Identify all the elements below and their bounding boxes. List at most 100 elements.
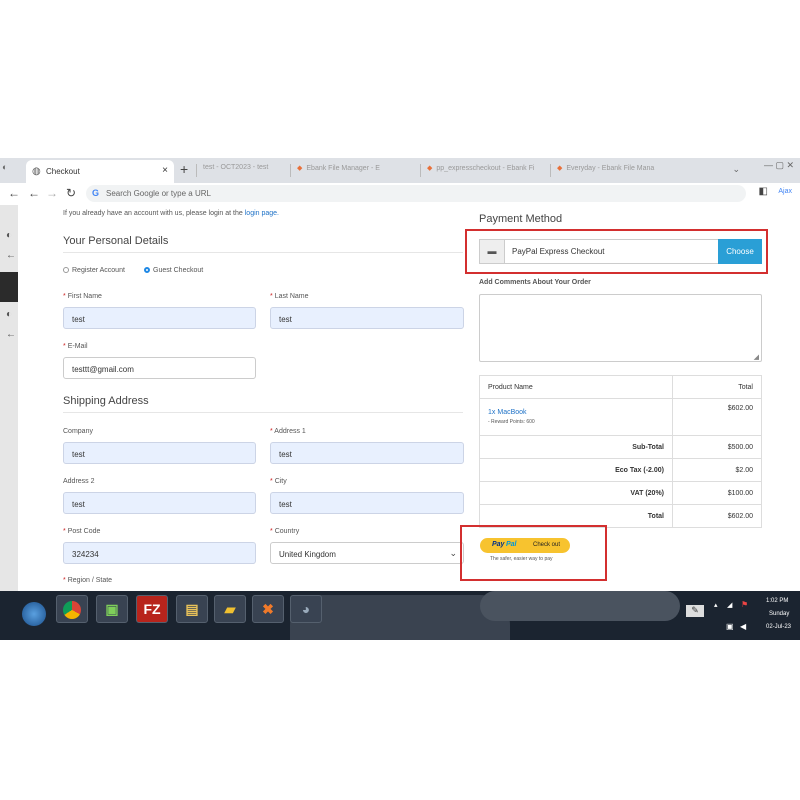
item-total: $602.00 [672, 398, 762, 436]
login-prompt: If you already have an account with us, … [63, 210, 280, 217]
paint-icon[interactable]: ◕ [290, 595, 322, 623]
table-row: Eco Tax (-2.00) $2.00 [479, 458, 762, 482]
login-page-link[interactable]: login page. [245, 210, 279, 217]
close-tab-icon[interactable]: × [162, 165, 168, 176]
subtotal-label: Sub-Total [479, 435, 673, 459]
reload-icon[interactable]: ↻ [66, 186, 76, 200]
clock-date[interactable]: 02-Jul-23 [766, 624, 791, 630]
first-name-label: * First Name [63, 293, 102, 300]
taskbar: ▣ FZ ▤ ▰ ✖ ◕ ✎ ▴ ◢ ⚑ ▣ ◀ 1:02 PM Sunday … [0, 591, 800, 640]
background-window-edge: ◐ ← ◐ ← [0, 205, 18, 640]
checkout-page: If you already have an account with us, … [18, 205, 800, 591]
tab-favicon-icon: ◆ [297, 165, 303, 172]
xampp-icon[interactable]: ✖ [252, 595, 284, 623]
table-row: 1x MacBook - Reward Points: 600 $602.00 [479, 398, 762, 436]
background-window-icon: ◐ [6, 309, 13, 320]
filezilla-icon[interactable]: FZ [136, 595, 168, 623]
back-icon[interactable]: ← [8, 186, 20, 200]
radio-circle [63, 267, 69, 274]
background-blur [480, 591, 680, 621]
address1-label: * Address 1 [270, 428, 306, 435]
email-label: * E-Mail [63, 343, 88, 350]
ecotax-value: $2.00 [672, 458, 762, 482]
background-tab[interactable]: ◆ pp_expresscheckout - Ebank Fi [420, 164, 545, 177]
vat-value: $100.00 [672, 481, 762, 505]
postcode-field[interactable]: 324234 [63, 542, 256, 564]
address2-field[interactable]: test [63, 492, 256, 514]
window-controls[interactable]: — ▢ ✕ [764, 160, 794, 171]
browser-toolbar: ← ← → ↻ G Search Google or type a URL ◧ … [0, 183, 800, 206]
radio-register-account[interactable]: Register Account [63, 267, 125, 274]
clock-time[interactable]: 1:02 PM [766, 598, 788, 604]
country-select[interactable]: United Kingdom ⌄ [270, 542, 464, 564]
flag-icon[interactable]: ⚑ [741, 600, 748, 609]
region-label: * Region / State [63, 577, 113, 584]
radio-guest-checkout[interactable]: Guest Checkout [144, 267, 203, 274]
city-field[interactable]: test [270, 492, 464, 514]
monitor-icon[interactable]: ▣ [726, 622, 734, 631]
tab-checkout[interactable]: ◍ Checkout × [26, 160, 174, 183]
email-field[interactable]: testtt@gmail.com [63, 357, 256, 379]
omnibox-placeholder: Search Google or type a URL [106, 189, 211, 198]
city-label: * City [270, 478, 287, 485]
network-icon[interactable]: ◢ [727, 601, 732, 609]
company-field[interactable]: test [63, 442, 256, 464]
chrome-icon[interactable] [56, 595, 88, 623]
globe-icon: ◍ [32, 166, 41, 177]
item-qty: 1x [488, 409, 496, 416]
background-window-bar [0, 272, 18, 302]
company-label: Company [63, 428, 93, 435]
product-link[interactable]: MacBook [497, 409, 526, 416]
address1-field[interactable]: test [270, 442, 464, 464]
paypal-tagline: The safer, easier way to pay [490, 556, 553, 562]
keyboard-icon[interactable]: ✎ [686, 605, 704, 617]
tab-strip: ◐ ◍ Checkout × + test - OCT2023 - test ◆… [0, 158, 800, 183]
first-name-field[interactable]: test [63, 307, 256, 329]
address-bar[interactable]: G Search Google or type a URL [86, 185, 746, 202]
country-label: * Country [270, 528, 300, 535]
table-header-row: Product Name Total [479, 375, 762, 399]
image-viewer-icon[interactable]: ▣ [96, 595, 128, 623]
choose-button[interactable]: Choose [718, 239, 762, 264]
card-icon: ▬ [480, 240, 505, 263]
total-value: $602.00 [672, 504, 762, 528]
tab-search-icon[interactable]: ⌄ [732, 164, 740, 175]
paypal-logo-text: Pay [492, 541, 505, 548]
clock-day[interactable]: Sunday [769, 611, 789, 617]
divider [63, 412, 463, 413]
resize-grip-icon[interactable]: ◢ [754, 353, 759, 361]
shipping-address-heading: Shipping Address [63, 395, 149, 407]
payment-method-heading: Payment Method [479, 213, 563, 225]
divider [63, 252, 463, 253]
table-row: Sub-Total $500.00 [479, 435, 762, 459]
comments-label: Add Comments About Your Order [479, 279, 591, 286]
profile-label[interactable]: Ajax [778, 188, 792, 195]
address2-label: Address 2 [63, 478, 95, 485]
sidepanel-icon[interactable]: ◧ [759, 186, 768, 197]
tray-arrow-icon[interactable]: ▴ [714, 601, 718, 609]
file-explorer-icon[interactable]: ▤ [176, 595, 208, 623]
tab-favicon-icon: ◆ [427, 165, 433, 172]
folder-icon[interactable]: ▰ [214, 595, 246, 623]
new-tab-button[interactable]: + [180, 161, 188, 177]
chevron-down-icon: ⌄ [449, 548, 457, 558]
highlight-box [460, 525, 607, 581]
start-button[interactable] [22, 602, 46, 626]
forward-icon[interactable]: → [46, 186, 58, 200]
paypal-checkout-button[interactable]: Pay Pal Check out [480, 538, 570, 553]
paypal-logo-text: Pal [506, 541, 517, 548]
tab-title: Checkout [46, 167, 80, 176]
chrome-menu-icon[interactable]: ◐ [2, 162, 7, 172]
product-cell: 1x MacBook - Reward Points: 600 [479, 398, 673, 436]
background-window-icon: ◐ [6, 230, 13, 241]
background-tab[interactable]: test - OCT2023 - test [196, 164, 283, 177]
volume-icon[interactable]: ◀ [740, 622, 746, 631]
comments-textarea[interactable]: ◢ [479, 294, 762, 362]
last-name-field[interactable]: test [270, 307, 464, 329]
header-total: Total [672, 375, 762, 399]
background-tab[interactable]: ◆ Ebank File Manager - E [290, 164, 417, 177]
personal-details-heading: Your Personal Details [63, 235, 169, 247]
back-icon[interactable]: ← [28, 186, 40, 200]
paypal-checkout-text: Check out [533, 542, 561, 548]
background-tab[interactable]: ◆ Everyday - Ebank File Mana [550, 164, 667, 177]
